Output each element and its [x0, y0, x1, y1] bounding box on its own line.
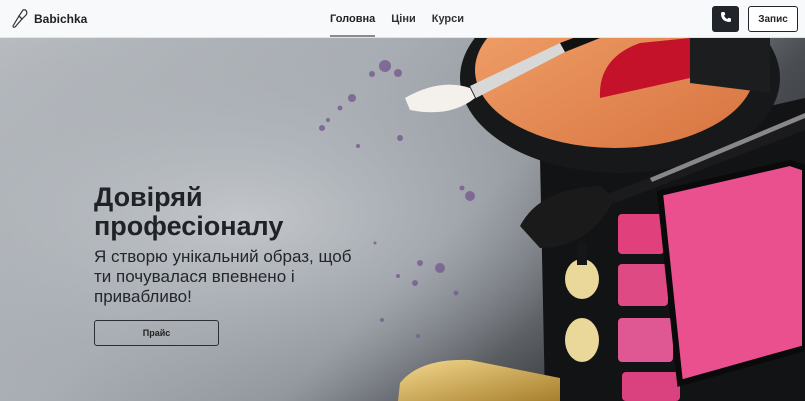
hero-section: Довіряй професіоналу Я створю унікальний… [0, 38, 805, 401]
nav-item-courses[interactable]: Курси [424, 0, 472, 38]
makeup-brush-icon [12, 9, 29, 29]
nav-links: Головна Ціни Курси [322, 0, 472, 38]
phone-icon [720, 10, 732, 28]
price-button[interactable]: Прайс [94, 320, 219, 346]
phone-button[interactable] [712, 6, 739, 32]
brand-label: Babichka [34, 12, 88, 26]
nav-item-home[interactable]: Головна [322, 0, 383, 38]
hero-content: Довіряй професіоналу Я створю унікальний… [94, 183, 364, 346]
navbar: Babichka Головна Ціни Курси Запис [0, 0, 805, 38]
book-button[interactable]: Запис [748, 6, 798, 32]
brand-link[interactable]: Babichka [12, 9, 87, 29]
nav-item-prices[interactable]: Ціни [383, 0, 424, 38]
hero-subtitle: Я створю унікальний образ, щоб ти почува… [94, 247, 352, 306]
hero-title: Довіряй професіоналу [94, 182, 284, 241]
